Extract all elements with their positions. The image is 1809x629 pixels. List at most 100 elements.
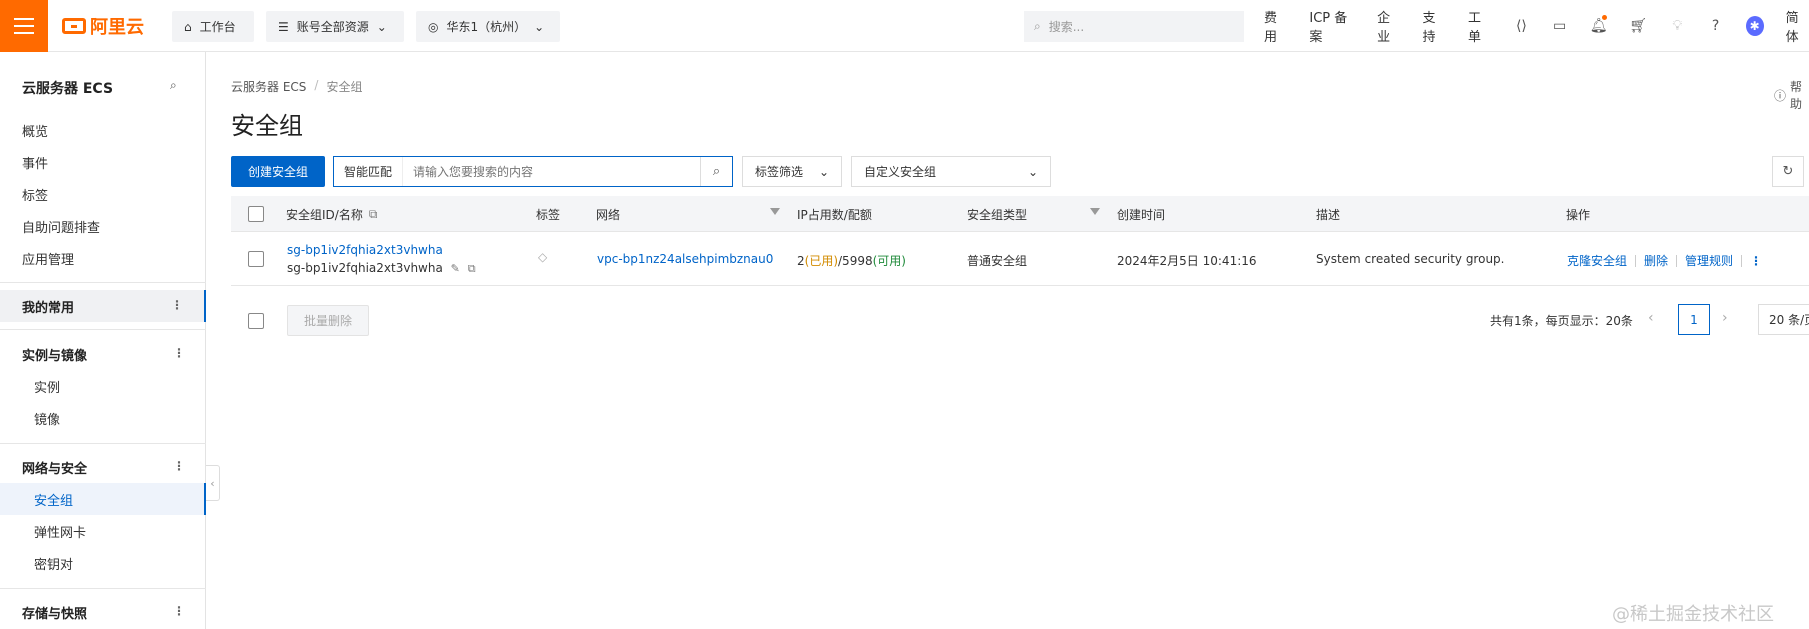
sidebar-title: 云服务器 ECS <box>22 81 114 97</box>
sidebar-item-eni[interactable]: 弹性网卡 <box>0 515 206 547</box>
sidebar-item-events[interactable]: 事件 <box>0 146 206 178</box>
bell-icon[interactable]: 🔔︎ <box>1590 15 1608 35</box>
breadcrumb: 云服务器 ECS / 安全组 <box>231 78 362 95</box>
search-button[interactable]: ⌕ <box>700 157 732 186</box>
terminal-icon[interactable]: ▭ <box>1552 17 1568 35</box>
row-checkbox[interactable] <box>248 251 264 267</box>
select-all-checkbox-cell <box>248 196 264 232</box>
op-divider <box>1635 254 1637 267</box>
search-input[interactable] <box>403 157 700 186</box>
search-mode-select[interactable]: 智能匹配 <box>334 157 404 186</box>
page-1-button[interactable]: 1 <box>1678 304 1710 335</box>
link-support[interactable]: 支持 <box>1423 7 1446 45</box>
resource-selector[interactable]: ☰ 账号全部资源 ⌄ <box>266 11 404 42</box>
footer-select-all-checkbox[interactable] <box>248 313 264 329</box>
link-enterprise[interactable]: 企业 <box>1377 7 1400 45</box>
sidebar-group-network[interactable]: 网络与安全 ⋮ <box>0 451 206 483</box>
header-created: 创建时间 <box>1117 207 1166 222</box>
sidebar: 云服务器 ECS ⌕ 概览 事件 标签 自助问题排查 应用管理 我的常用 ⋮ 实… <box>0 52 206 629</box>
sidebar-group-favorites[interactable]: 我的常用 ⋮ <box>0 290 206 322</box>
network-group-label: 网络与安全 <box>22 461 88 477</box>
group-type-select[interactable]: 自定义安全组 ⌄ <box>851 156 1051 187</box>
page-size-select[interactable]: 20 条/页 <box>1758 304 1809 335</box>
created-time: 2024年2月5日 10:41:16 <box>1117 254 1257 268</box>
cart-icon[interactable]: 🛒︎ <box>1629 17 1647 35</box>
code-icon[interactable]: ⟨⟩ <box>1513 17 1529 35</box>
prev-page-icon[interactable]: ‹ <box>1648 310 1654 326</box>
more-kebab-icon[interactable]: ⋮ <box>1750 254 1762 268</box>
page-size-label: 20 条/页 <box>1769 313 1809 327</box>
chevron-down-icon: ⌄ <box>534 19 545 34</box>
sidebar-item-app-management[interactable]: 应用管理 <box>0 242 206 274</box>
chevron-down-icon: ⌄ <box>1027 164 1038 179</box>
header-tag: 标签 <box>536 207 561 222</box>
search-icon: ⌕ <box>1034 19 1041 33</box>
delete-link[interactable]: 删除 <box>1644 252 1668 269</box>
select-all-checkbox[interactable] <box>248 206 264 222</box>
sg-id[interactable]: sg-bp1iv2fqhia2xt3vhwha <box>287 243 443 257</box>
sidebar-collapse-handle[interactable]: ‹ <box>206 465 220 501</box>
tag-icon[interactable]: ◇ <box>538 250 547 264</box>
next-page-icon[interactable]: › <box>1722 310 1728 326</box>
workbench-button[interactable]: ⌂ 工作台 <box>172 11 254 42</box>
sidebar-item-tags[interactable]: 标签 <box>0 178 206 210</box>
help-icon[interactable]: ? <box>1707 17 1723 35</box>
favorites-label: 我的常用 <box>22 300 75 316</box>
header-network: 网络 <box>596 207 621 222</box>
top-bar: 阿里云 ⌂ 工作台 ☰ 账号全部资源 ⌄ ◎ 华东1（杭州） ⌄ ⌕ 搜索...… <box>0 0 1809 52</box>
bulb-icon[interactable]: 💡︎ <box>1669 17 1685 35</box>
search-icon: ⌕ <box>712 164 721 179</box>
sidebar-group-instances[interactable]: 实例与镜像 ⋮ <box>0 338 206 370</box>
sidebar-search-icon[interactable]: ⌕ <box>170 78 177 93</box>
network-link[interactable]: vpc-bp1nz24alsehpimbznau0 <box>597 252 773 266</box>
breadcrumb-current: 安全组 <box>326 80 363 94</box>
header-id-name-label: 安全组ID/名称 <box>286 207 363 222</box>
network-filter-icon[interactable] <box>770 208 780 215</box>
link-icp[interactable]: ICP 备案 <box>1309 7 1355 45</box>
sidebar-item-security-groups[interactable]: 安全组 <box>0 483 206 515</box>
region-selector[interactable]: ◎ 华东1（杭州） ⌄ <box>416 11 560 42</box>
sg-type: 普通安全组 <box>967 254 1028 268</box>
breadcrumb-root[interactable]: 云服务器 ECS <box>231 78 306 95</box>
link-ticket[interactable]: 工单 <box>1468 7 1491 45</box>
sidebar-item-keypairs[interactable]: 密钥对 <box>0 547 206 579</box>
kebab-icon[interactable]: ⋮ <box>173 604 185 618</box>
clone-sg-link[interactable]: 克隆安全组 <box>1567 252 1627 269</box>
region-label: 华东1（杭州） <box>446 20 527 34</box>
manage-rules-link[interactable]: 管理规则 <box>1685 252 1733 269</box>
instances-group-label: 实例与镜像 <box>22 348 88 364</box>
edit-icon[interactable]: ✎ <box>451 262 460 275</box>
global-search[interactable]: ⌕ 搜索... <box>1024 11 1244 42</box>
ip-available-label: (可用) <box>872 254 906 268</box>
sidebar-group-storage[interactable]: 存储与快照 ⋮ <box>0 596 206 628</box>
copy-icon[interactable]: ⧉ <box>468 262 476 276</box>
refresh-button[interactable]: ↻ <box>1772 156 1804 187</box>
kebab-icon[interactable]: ⋮ <box>173 346 185 360</box>
sg-id-link[interactable]: sg-bp1iv2fqhia2xt3vhwha <box>287 243 443 257</box>
sidebar-item-troubleshoot[interactable]: 自助问题排查 <box>0 210 206 242</box>
vpc-id[interactable]: vpc-bp1nz24alsehpimbznau0 <box>597 252 773 266</box>
sg-name-cell: sg-bp1iv2fqhia2xt3vhwha ✎ ⧉ <box>287 261 476 276</box>
aliyun-logo[interactable]: 阿里云 <box>62 15 144 38</box>
header-ip-quota: IP占用数/配额 <box>797 207 872 222</box>
tag-filter-label: 标签筛选 <box>755 165 804 179</box>
kebab-icon[interactable]: ⋮ <box>173 459 185 473</box>
language-switch[interactable]: 简体 <box>1786 7 1809 45</box>
sidebar-item-overview[interactable]: 概览 <box>0 114 206 146</box>
tag-filter-select[interactable]: 标签筛选 ⌄ <box>742 156 842 187</box>
bulk-delete-button[interactable]: 批量删除 <box>287 305 369 336</box>
avatar[interactable]: ✱ <box>1745 16 1764 36</box>
type-filter-icon[interactable] <box>1090 208 1100 215</box>
chevron-down-icon: ⌄ <box>818 164 829 179</box>
table-header: 安全组ID/名称 ⧉ 标签 网络 IP占用数/配额 安全组类型 创建时间 描述 … <box>231 196 1809 232</box>
copy-icon[interactable]: ⧉ <box>369 207 378 222</box>
create-security-group-button[interactable]: 创建安全组 <box>231 156 325 187</box>
sidebar-item-images[interactable]: 镜像 <box>0 402 206 434</box>
sidebar-divider <box>0 329 206 330</box>
logo-text: 阿里云 <box>90 17 144 38</box>
link-fees[interactable]: 费用 <box>1264 7 1287 45</box>
help-link[interactable]: ⓘ 帮助 <box>1774 78 1809 112</box>
menu-button[interactable] <box>0 0 48 52</box>
kebab-icon[interactable]: ⋮ <box>171 298 183 312</box>
sidebar-item-instances[interactable]: 实例 <box>0 370 206 402</box>
